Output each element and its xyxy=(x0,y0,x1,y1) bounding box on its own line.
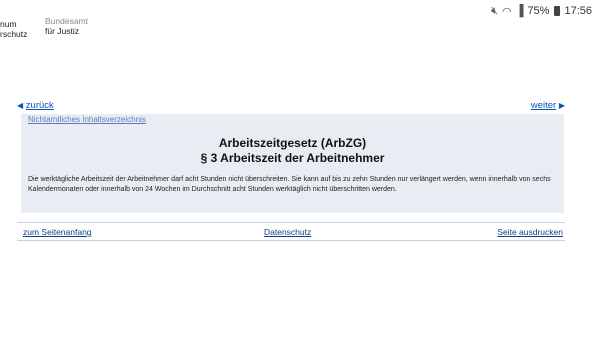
status-bar: 🔇︎ ◠ ▐ 75% 17:56 xyxy=(491,0,592,22)
logo-bundesamt: Bundesamt für Justiz xyxy=(45,16,88,36)
privacy-link[interactable]: Datenschutz xyxy=(264,227,311,237)
logo-left-line2: rschutz xyxy=(0,29,28,39)
battery-level: 75% xyxy=(527,5,550,17)
back-to-top-link[interactable]: zum Seitenanfang xyxy=(23,227,92,237)
page-navigation: ◀ zurück weiter ▶ xyxy=(17,100,565,114)
battery-icon xyxy=(554,6,561,16)
footer-links: zum Seitenanfang Datenschutz Seite ausdr… xyxy=(17,222,565,241)
forward-link[interactable]: weiter xyxy=(531,100,556,111)
mute-icon: 🔇︎ xyxy=(491,4,499,17)
back-link[interactable]: zurück xyxy=(26,100,54,111)
law-content-panel: Nichtamtliches Inhaltsverzeichnis Arbeit… xyxy=(21,114,564,213)
arrow-right-icon[interactable]: ▶ xyxy=(559,101,565,110)
logo-right-line2: für Justiz xyxy=(45,26,80,36)
print-page-link[interactable]: Seite ausdrucken xyxy=(497,227,563,237)
arrow-left-icon[interactable]: ◀ xyxy=(17,101,23,110)
forward-link-wrapper: weiter ▶ xyxy=(531,100,565,111)
toc-link[interactable]: Nichtamtliches Inhaltsverzeichnis xyxy=(28,115,146,124)
clock: 17:56 xyxy=(564,5,592,17)
signal-icon: ▐ xyxy=(515,5,524,17)
section-body-text: Die werktägliche Arbeitszeit der Arbeitn… xyxy=(28,176,551,193)
logo-left-line1: num xyxy=(0,19,17,29)
logo-right-line1: Bundesamt xyxy=(45,16,88,26)
logo-left: num rschutz xyxy=(0,19,27,39)
law-title: Arbeitszeitgesetz (ArbZG) xyxy=(218,136,367,150)
back-link-wrapper: ◀ zurück xyxy=(17,100,54,111)
section-title: § 3 Arbeitszeit der Arbeitnehmer xyxy=(200,151,385,165)
wifi-icon: ◠ xyxy=(502,5,512,18)
